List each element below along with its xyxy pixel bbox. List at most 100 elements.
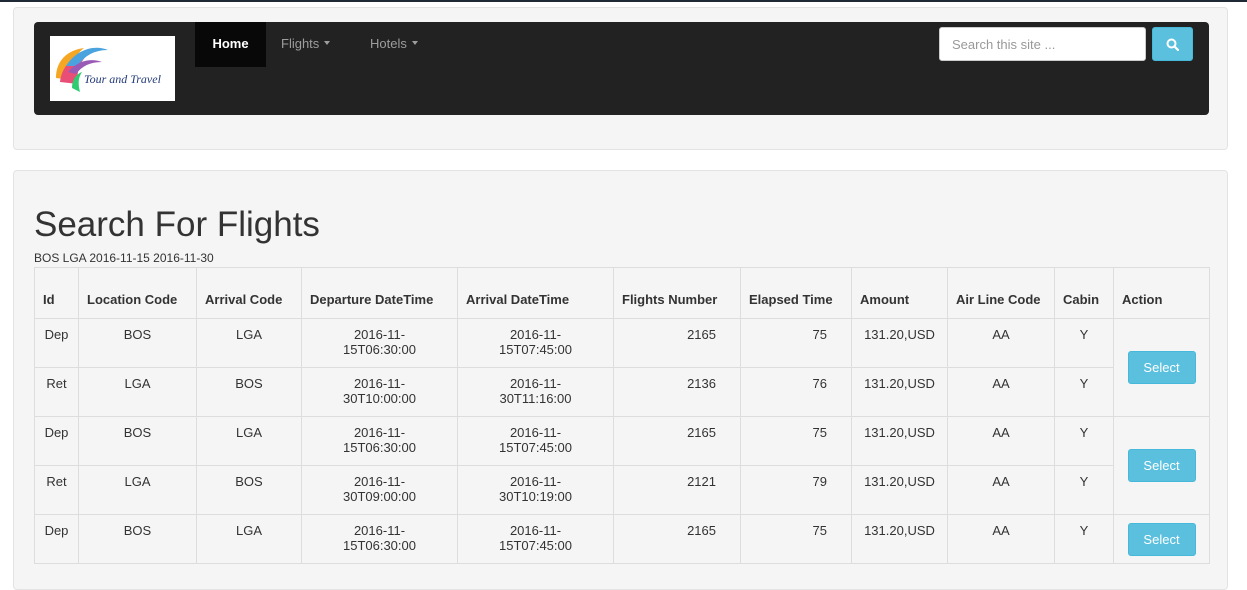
arrival-date: 2016-11- — [509, 425, 562, 440]
caret-down-icon — [411, 41, 418, 45]
departure-time: 30T09:00:00 — [342, 489, 416, 504]
cell-elapsed-time: 75 — [740, 318, 852, 368]
cell-flight-number: 2165 — [613, 318, 741, 368]
nav-home[interactable]: Home — [195, 22, 266, 67]
cell-airline-code: AA — [947, 367, 1055, 417]
select-button[interactable]: Select — [1127, 522, 1196, 556]
cell-location-code: BOS — [78, 416, 197, 466]
cell-cabin: Y — [1054, 367, 1114, 417]
page-title: Search For Flights — [34, 205, 320, 244]
cell-departure-datetime: 2016-11- 30T09:00:00 — [301, 465, 458, 515]
cell-id: Dep — [34, 416, 79, 466]
cell-departure-datetime: 2016-11- 30T10:00:00 — [301, 367, 458, 417]
nav-flights-label: Flights — [281, 35, 320, 51]
table-row: Ret LGA BOS 2016-11- 30T10:00:00 2016-11-… — [34, 367, 1210, 417]
arrival-time: 30T10:19:00 — [498, 489, 572, 504]
departure-time: 30T10:00:00 — [342, 391, 416, 406]
cell-departure-datetime: 2016-11- 15T06:30:00 — [301, 514, 458, 564]
cell-id: Dep — [34, 318, 79, 368]
nav-flights-dropdown[interactable]: Flights — [281, 22, 331, 67]
table-row: Dep BOS LGA 2016-11- 15T06:30:00 2016-11-… — [34, 514, 1210, 564]
cell-arrival-datetime: 2016-11- 15T07:45:00 — [457, 318, 614, 368]
cell-departure-datetime: 2016-11- 15T06:30:00 — [301, 416, 458, 466]
cell-amount: 131.20,USD — [851, 514, 948, 564]
select-button[interactable]: Select — [1127, 449, 1196, 482]
cell-arrival-datetime: 2016-11- 15T07:45:00 — [457, 416, 614, 466]
table-header-row: Id Location Code Arrival Code Departure … — [34, 267, 1210, 319]
cell-cabin: Y — [1054, 416, 1114, 466]
col-header-cabin: Cabin — [1054, 267, 1114, 319]
nav-hotels-label: Hotels — [370, 35, 407, 51]
cell-action: Select — [1113, 416, 1210, 515]
table-row: Dep BOS LGA 2016-11- 15T06:30:00 2016-11-… — [34, 318, 1210, 417]
search-button[interactable] — [1152, 27, 1193, 61]
cell-airline-code: AA — [947, 416, 1055, 466]
table-row: Dep BOS LGA 2016-11- 15T06:30:00 2016-11-… — [34, 416, 1210, 515]
col-header-action: Action — [1113, 267, 1210, 319]
cell-departure-datetime: 2016-11- 15T06:30:00 — [301, 318, 458, 368]
arrival-date: 2016-11- — [509, 327, 562, 342]
search-input[interactable] — [939, 27, 1146, 61]
cell-arrival-datetime: 2016-11- 15T07:45:00 — [457, 514, 614, 564]
cell-arrival-code: LGA — [196, 416, 302, 466]
departure-time: 15T06:30:00 — [342, 440, 416, 455]
cell-id: Dep — [34, 514, 79, 564]
departure-date: 2016-11- — [353, 523, 406, 538]
cell-location-code: LGA — [78, 465, 197, 515]
cell-cabin: Y — [1054, 514, 1114, 564]
arrival-time: 15T07:45:00 — [498, 440, 572, 455]
col-header-amount: Amount — [851, 267, 948, 319]
cell-location-code: BOS — [78, 514, 197, 564]
cell-elapsed-time: 75 — [740, 416, 852, 466]
cell-amount: 131.20,USD — [851, 367, 948, 417]
cell-cabin: Y — [1054, 465, 1114, 515]
col-header-airline-code: Air Line Code — [947, 267, 1055, 319]
arrival-time: 15T07:45:00 — [498, 538, 572, 553]
table-row: Ret LGA BOS 2016-11- 30T09:00:00 2016-11-… — [34, 465, 1210, 515]
arrival-date: 2016-11- — [509, 523, 562, 538]
col-header-arrival-code: Arrival Code — [196, 267, 302, 319]
cell-flight-number: 2121 — [613, 465, 741, 515]
top-border — [0, 0, 1247, 2]
departure-date: 2016-11- — [353, 327, 406, 342]
cell-elapsed-time: 76 — [740, 367, 852, 417]
select-button[interactable]: Select — [1127, 351, 1196, 384]
col-header-arrival-datetime: Arrival DateTime — [457, 267, 614, 319]
departure-date: 2016-11- — [353, 474, 406, 489]
cell-id: Ret — [34, 367, 79, 417]
cell-action: Select — [1113, 318, 1210, 417]
cell-arrival-datetime: 2016-11- 30T10:19:00 — [457, 465, 614, 515]
cell-arrival-code: LGA — [196, 514, 302, 564]
arrival-date: 2016-11- — [509, 376, 562, 391]
nav-hotels-dropdown[interactable]: Hotels — [370, 22, 418, 67]
site-logo[interactable]: Tour and Travel — [50, 36, 175, 101]
cell-arrival-code: BOS — [196, 367, 302, 417]
logo-text: Tour and Travel — [84, 72, 161, 86]
cell-elapsed-time: 75 — [740, 514, 852, 564]
departure-time: 15T06:30:00 — [342, 538, 416, 553]
logo-swoosh-icon — [56, 47, 108, 92]
departure-time: 15T06:30:00 — [342, 342, 416, 357]
search-criteria: BOS LGA 2016-11-15 2016-11-30 — [34, 251, 214, 265]
cell-amount: 131.20,USD — [851, 318, 948, 368]
departure-date: 2016-11- — [353, 376, 406, 391]
cell-airline-code: AA — [947, 514, 1055, 564]
search-icon — [1166, 38, 1179, 51]
cell-arrival-datetime: 2016-11- 30T11:16:00 — [457, 367, 614, 417]
cell-flight-number: 2165 — [613, 416, 741, 466]
col-header-elapsed-time: Elapsed Time — [740, 267, 852, 319]
arrival-date: 2016-11- — [509, 474, 562, 489]
cell-flight-number: 2136 — [613, 367, 741, 417]
cell-flight-number: 2165 — [613, 514, 741, 564]
arrival-time: 15T07:45:00 — [498, 342, 572, 357]
col-header-flights-number: Flights Number — [613, 267, 741, 319]
col-header-location-code: Location Code — [78, 267, 197, 319]
departure-date: 2016-11- — [353, 425, 406, 440]
cell-arrival-code: LGA — [196, 318, 302, 368]
cell-amount: 131.20,USD — [851, 465, 948, 515]
col-header-id: Id — [34, 267, 79, 319]
cell-airline-code: AA — [947, 465, 1055, 515]
cell-arrival-code: BOS — [196, 465, 302, 515]
cell-location-code: LGA — [78, 367, 197, 417]
col-header-departure-datetime: Departure DateTime — [301, 267, 458, 319]
